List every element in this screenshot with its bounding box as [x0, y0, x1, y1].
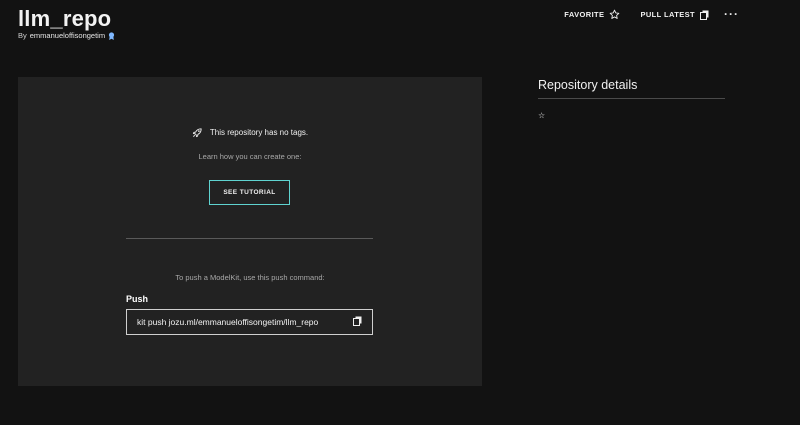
more-options-button[interactable]: ···	[724, 7, 739, 21]
verified-badge-icon	[108, 31, 115, 40]
star-count-icon: ☆	[538, 111, 546, 120]
details-divider	[538, 98, 725, 99]
star-icon	[610, 9, 620, 19]
repo-byline: By emmanueloffisongetim	[18, 31, 115, 40]
owner-link[interactable]: emmanueloffisongetim	[30, 31, 105, 40]
no-tags-text: This repository has no tags.	[209, 128, 309, 137]
repository-details-title: Repository details	[538, 78, 638, 92]
by-label: By	[18, 31, 27, 40]
empty-state-message: This repository has no tags.	[18, 127, 482, 138]
header-actions: FAVORITE PULL LATEST	[564, 9, 709, 20]
rocket-icon	[192, 128, 202, 138]
copy-command-icon[interactable]	[353, 313, 362, 331]
copy-icon	[700, 10, 709, 20]
see-tutorial-button[interactable]: SEE TUTORIAL	[209, 180, 290, 205]
push-label: Push	[126, 294, 149, 304]
pull-latest-button[interactable]: PULL LATEST	[640, 10, 709, 20]
repo-title: llm_repo	[18, 6, 112, 31]
pull-latest-label: PULL LATEST	[640, 10, 695, 19]
section-divider	[126, 238, 373, 239]
tags-panel: This repository has no tags. Learn how y…	[18, 77, 482, 386]
push-hint-text: To push a ModelKit, use this push comman…	[175, 273, 325, 282]
favorite-button[interactable]: FAVORITE	[564, 9, 620, 20]
favorite-label: FAVORITE	[564, 10, 605, 19]
repository-page: llm_repo By emmanueloffisongetim FAVORIT…	[0, 0, 800, 425]
push-command-box: kit push jozu.ml/emmanueloffisongetim/ll…	[126, 309, 373, 335]
push-command-text[interactable]: kit push jozu.ml/emmanueloffisongetim/ll…	[137, 317, 318, 327]
learn-text: Learn how you can create one:	[198, 152, 302, 161]
